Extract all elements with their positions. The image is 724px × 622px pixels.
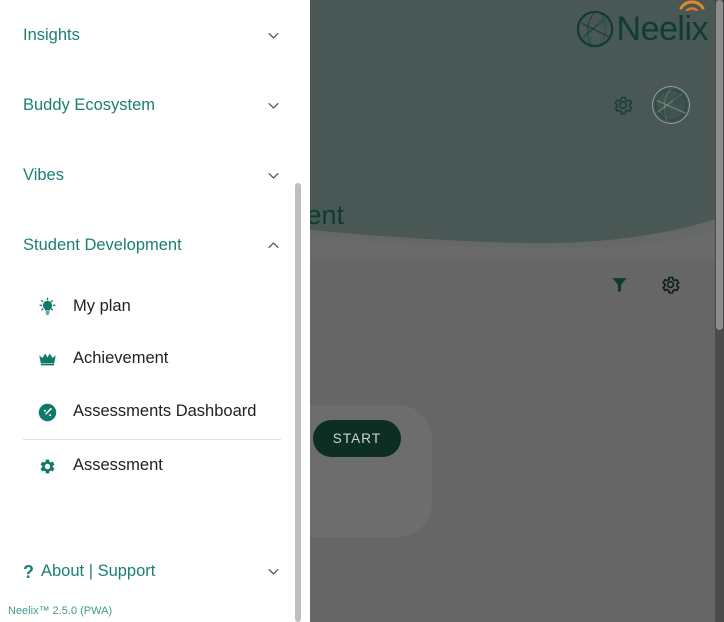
gear-icon[interactable] bbox=[612, 94, 634, 116]
sidebar-item-my-plan[interactable]: My plan bbox=[0, 286, 303, 328]
gear-icon[interactable] bbox=[660, 274, 681, 295]
sidebar-group-label: Buddy Ecosystem bbox=[23, 95, 156, 114]
start-button[interactable]: START bbox=[313, 420, 401, 457]
sidebar-item-label: Achievement bbox=[73, 349, 169, 368]
submenu-divider bbox=[23, 439, 281, 440]
brand-wordmark: Neelix bbox=[616, 10, 709, 48]
filter-funnel-icon[interactable] bbox=[610, 275, 629, 294]
content-toolbar bbox=[610, 274, 681, 295]
app-version-label: Neelix™ 2.5.0 (PWA) bbox=[8, 605, 113, 617]
sidebar-group-label: Vibes bbox=[23, 165, 64, 184]
sidebar-group-label: Student Development bbox=[23, 235, 182, 254]
drawer-edge bbox=[303, 0, 310, 622]
sidebar-item-label: My plan bbox=[73, 297, 131, 316]
brand-logo: Neelix bbox=[576, 0, 709, 54]
user-avatar-globe-icon bbox=[653, 87, 689, 123]
page-scrollbar[interactable] bbox=[715, 0, 724, 622]
sidebar-group-label: About | Support bbox=[41, 561, 156, 580]
student-development-submenu: My plan Achievement Assessments Dashboar… bbox=[0, 286, 303, 487]
avatar[interactable] bbox=[652, 86, 690, 124]
question-mark-icon: ? bbox=[23, 562, 34, 582]
drawer-scrollbar-thumb[interactable] bbox=[295, 183, 301, 622]
chevron-up-icon bbox=[268, 241, 279, 248]
nav-list: Insights Buddy Ecosystem Vibes Student D… bbox=[0, 0, 303, 606]
chevron-down-icon bbox=[268, 172, 279, 179]
sidebar-item-label: Assessments Dashboard bbox=[73, 402, 257, 421]
gauge-dashboard-icon bbox=[38, 403, 57, 421]
sidebar-group-label: Insights bbox=[23, 25, 80, 44]
app-root: Neelix START Insights Buddy Ecosystem Vi… bbox=[0, 0, 724, 622]
wifi-arc-icon bbox=[679, 0, 705, 11]
chevron-down-icon bbox=[268, 568, 279, 575]
sidebar-group-buddy-ecosystem[interactable]: Buddy Ecosystem bbox=[0, 70, 303, 140]
crown-icon bbox=[39, 352, 56, 365]
sidebar-group-insights[interactable]: Insights bbox=[0, 0, 303, 70]
sidebar-item-assessment[interactable]: Assessment bbox=[0, 445, 303, 487]
page-scrollbar-thumb[interactable] bbox=[716, 0, 723, 330]
lightbulb-icon bbox=[39, 297, 56, 315]
cog-icon bbox=[40, 459, 55, 473]
navigation-drawer: Insights Buddy Ecosystem Vibes Student D… bbox=[0, 0, 303, 622]
sidebar-item-assessments-dashboard[interactable]: Assessments Dashboard bbox=[0, 389, 303, 435]
chevron-down-icon bbox=[268, 32, 279, 39]
drawer-scrollbar[interactable] bbox=[293, 0, 303, 622]
sidebar-group-student-development[interactable]: Student Development bbox=[0, 210, 303, 280]
chevron-down-icon bbox=[268, 102, 279, 109]
sidebar-group-about-support[interactable]: ? About | Support bbox=[0, 536, 303, 606]
sidebar-group-vibes[interactable]: Vibes bbox=[0, 140, 303, 210]
sidebar-item-achievement[interactable]: Achievement bbox=[0, 338, 303, 380]
sidebar-item-label: Assessment bbox=[73, 456, 163, 475]
header-actions bbox=[612, 86, 690, 124]
sidebar-group-label-wrap: ? About | Support bbox=[23, 561, 156, 582]
globe-network-icon bbox=[576, 10, 613, 48]
